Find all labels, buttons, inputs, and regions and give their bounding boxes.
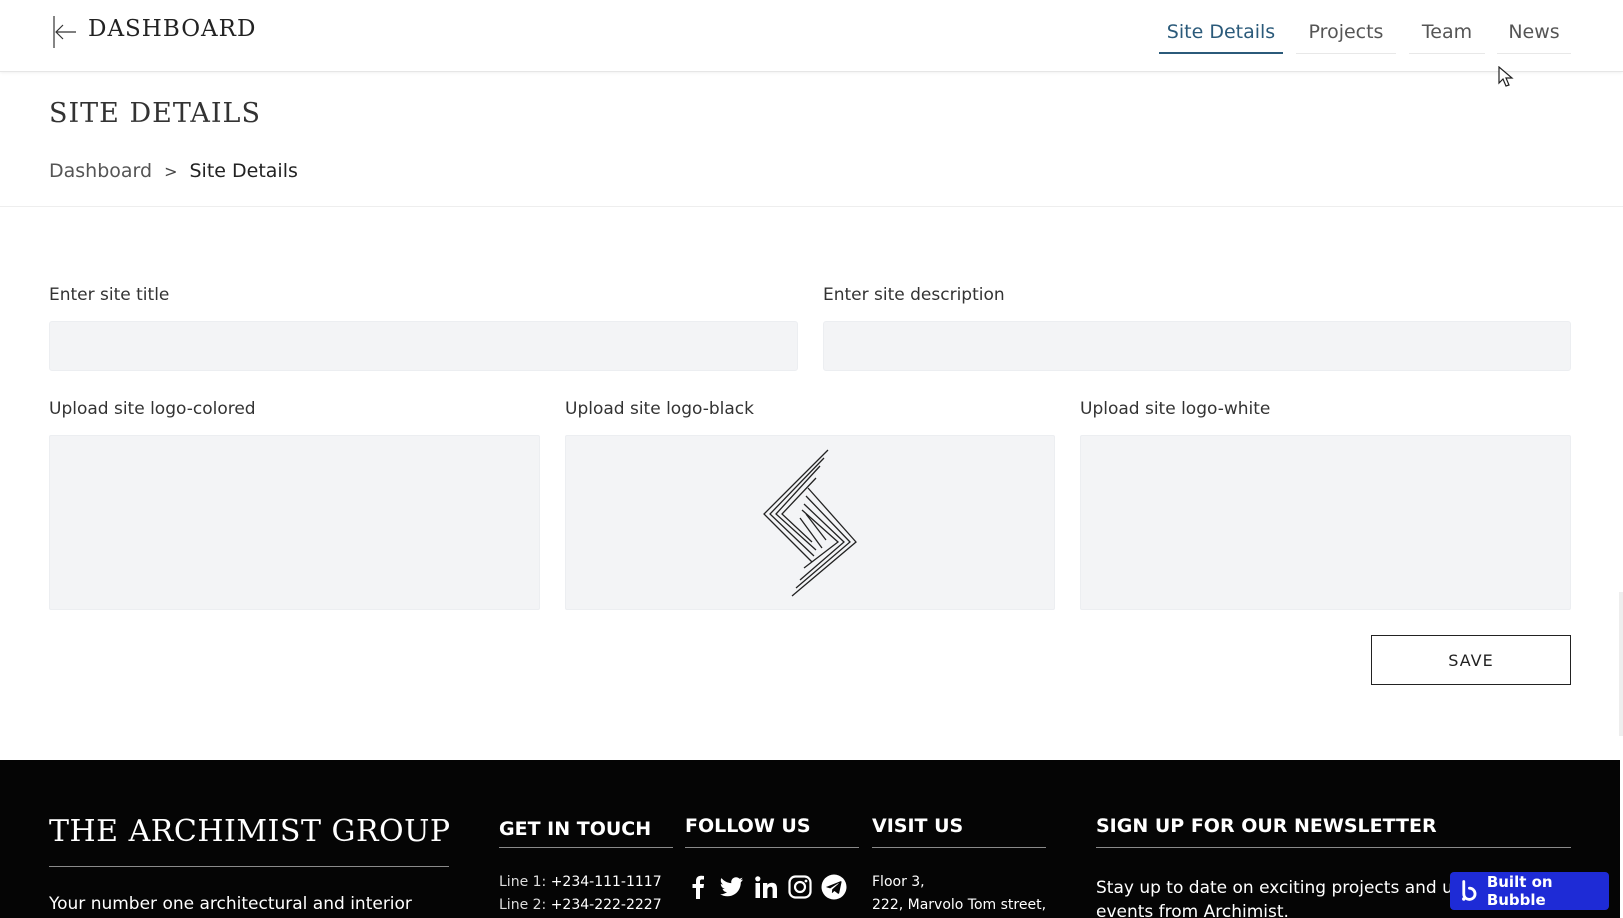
logo-white-label: Upload site logo-white — [1080, 399, 1271, 419]
phone-line-2-value[interactable]: +234-222-2227 — [551, 897, 662, 913]
built-on-bubble-badge[interactable]: Built on Bubble — [1450, 872, 1609, 910]
breadcrumb-current: Site Details — [189, 160, 298, 182]
archimist-logo-icon — [763, 449, 857, 596]
mouse-cursor-icon — [1498, 66, 1514, 87]
page-title: SITE DETAILS — [49, 98, 261, 129]
save-button[interactable]: SAVE — [1371, 635, 1571, 685]
nav-news-label: News — [1508, 21, 1560, 43]
visit-heading: VISIT US — [872, 815, 964, 837]
social-links — [685, 874, 847, 900]
nav-site-details-label: Site Details — [1166, 21, 1276, 43]
page-scrollbar[interactable] — [1619, 592, 1623, 736]
footer-brand-rule — [49, 866, 449, 867]
footer-tagline: Your number one architectural and interi… — [49, 894, 412, 914]
nav-team-label: Team — [1421, 21, 1473, 43]
follow-heading: FOLLOW US — [685, 815, 811, 837]
nav-site-details[interactable]: Site Details — [1159, 14, 1283, 54]
breadcrumb: Dashboard > Site Details — [49, 160, 298, 182]
site-title-label: Enter site title — [49, 285, 170, 305]
logo-black-upload[interactable] — [565, 435, 1055, 610]
logo-colored-label: Upload site logo-colored — [49, 399, 256, 419]
newsletter-heading: SIGN UP FOR OUR NEWSLETTER — [1096, 815, 1437, 837]
phone-line-1-value[interactable]: +234-111-1117 — [551, 874, 662, 890]
nav-news[interactable]: News — [1497, 14, 1571, 54]
twitter-icon[interactable] — [719, 874, 745, 900]
phone-line-1-label: Line 1: — [499, 874, 547, 890]
site-description-label: Enter site description — [823, 285, 1005, 305]
visit-rule — [872, 847, 1046, 848]
bubble-logo-icon — [1462, 880, 1477, 901]
nav-team[interactable]: Team — [1409, 14, 1485, 54]
logo-colored-upload[interactable] — [49, 435, 540, 610]
section-divider — [0, 206, 1623, 207]
contact-heading: GET IN TOUCH — [499, 818, 652, 840]
nav-projects[interactable]: Projects — [1296, 14, 1396, 54]
phone-line-1: Line 1: +234-111-1117 — [499, 874, 662, 890]
contact-rule — [499, 847, 673, 848]
instagram-icon[interactable] — [787, 874, 813, 900]
telegram-icon[interactable] — [821, 874, 847, 900]
site-description-input[interactable] — [823, 321, 1571, 371]
address-line-2: 222, Marvolo Tom street, — [872, 897, 1047, 913]
breadcrumb-separator-icon: > — [164, 161, 178, 181]
top-nav: Site Details Projects Team News — [0, 14, 1623, 54]
bubble-badge-label: Built on Bubble — [1486, 873, 1553, 909]
footer: THE ARCHIMIST GROUP Your number one arch… — [0, 760, 1620, 918]
logo-black-label: Upload site logo-black — [565, 399, 754, 419]
address-line-1: Floor 3, — [872, 874, 925, 890]
top-bar: DASHBOARD Site Details Projects Team New… — [0, 0, 1623, 72]
linkedin-icon[interactable] — [753, 874, 779, 900]
phone-line-2: Line 2: +234-222-2227 — [499, 897, 662, 913]
phone-line-2-label: Line 2: — [499, 897, 547, 913]
logo-white-upload[interactable] — [1080, 435, 1571, 610]
follow-rule — [685, 847, 859, 848]
site-title-input[interactable] — [49, 321, 798, 371]
breadcrumb-dashboard-link[interactable]: Dashboard — [49, 160, 152, 182]
nav-projects-label: Projects — [1308, 21, 1384, 43]
newsletter-rule — [1096, 847, 1571, 848]
footer-brand: THE ARCHIMIST GROUP — [49, 814, 451, 849]
facebook-icon[interactable] — [685, 874, 711, 900]
